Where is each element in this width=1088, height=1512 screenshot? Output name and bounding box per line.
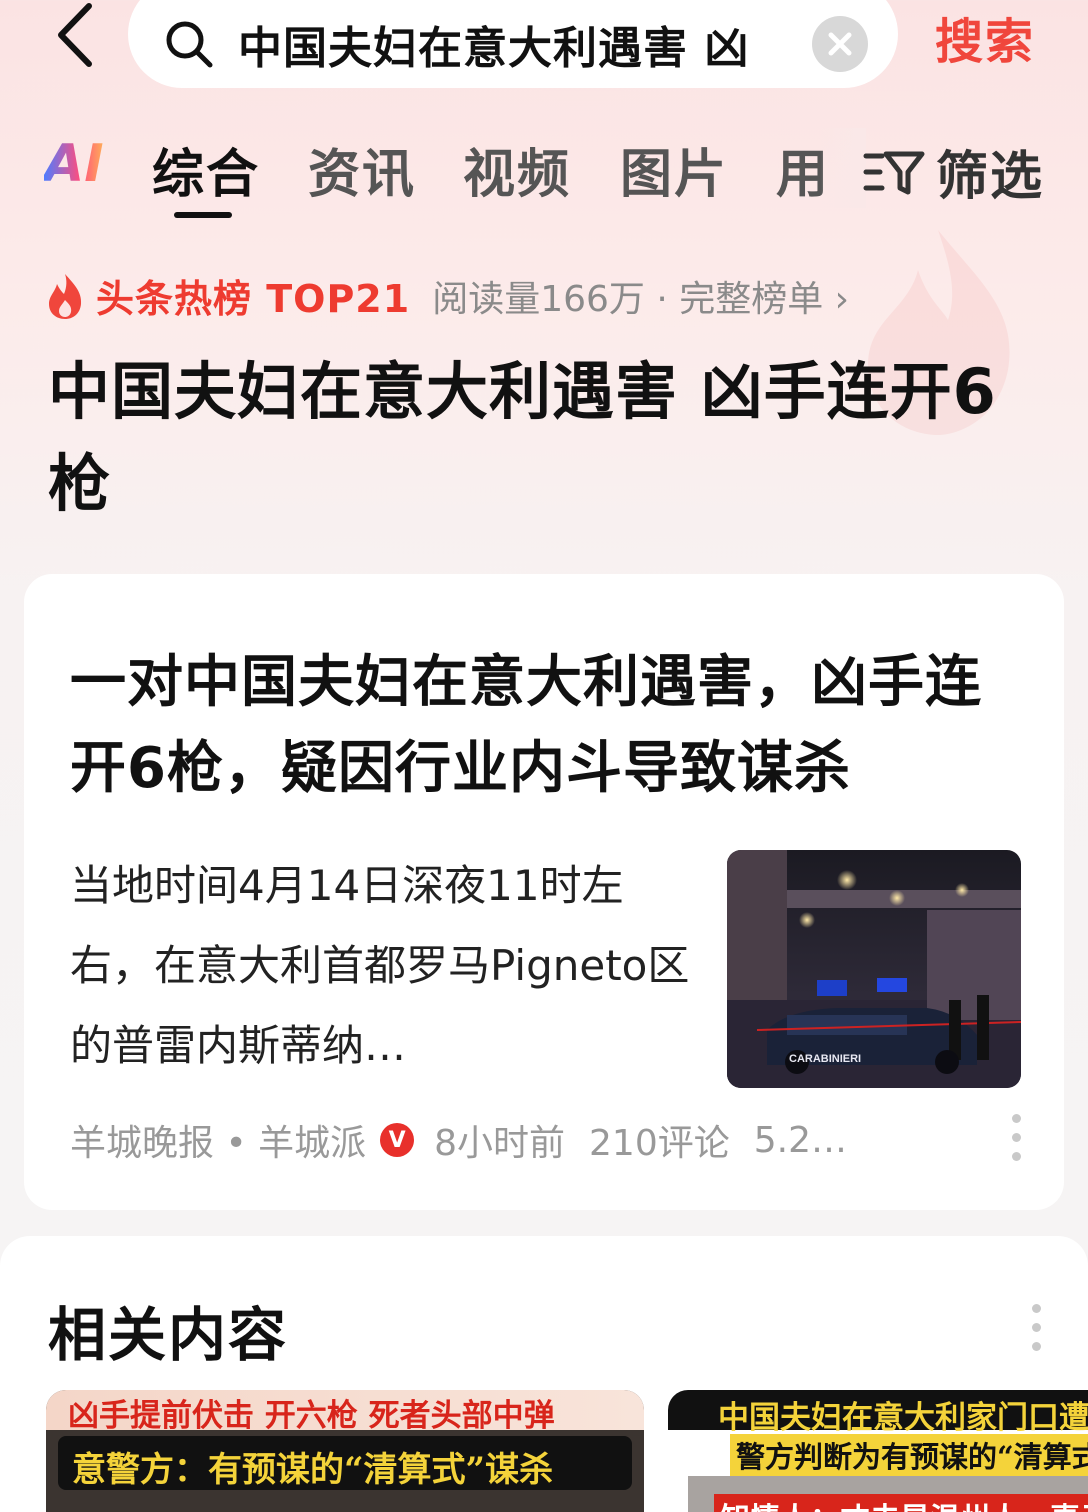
article-summary: 当地时间4月14日深夜11时左右，在意大利首都罗马Pigneto区的普雷内斯蒂纳…: [70, 861, 690, 1070]
related-more-icon[interactable]: [1032, 1304, 1042, 1351]
article-thumbnail[interactable]: CARABINIERI: [727, 850, 1021, 1088]
search-button[interactable]: 搜索: [935, 2, 1035, 72]
tab-bar: AI 综合 资讯 视频 图片 用 筛选: [0, 128, 1088, 228]
more-options-icon[interactable]: [1012, 1114, 1022, 1161]
filter-button[interactable]: 筛选: [862, 134, 1044, 209]
related-1-line1: 凶手提前伏击 开六枪 死者头部中弹: [68, 1398, 555, 1434]
back-button[interactable]: [40, 0, 110, 70]
hot-topic-title[interactable]: 中国夫妇在意大利遇害 凶手连开6枪: [48, 346, 1048, 530]
tab-video[interactable]: 视频: [463, 132, 571, 207]
tab-general[interactable]: 综合: [152, 132, 260, 207]
article-title[interactable]: 一对中国夫妇在意大利遇害，凶手连开6枪，疑因行业内斗导致谋杀: [70, 640, 990, 812]
search-input[interactable]: 中国夫妇在意大利遇害 凶: [128, 0, 898, 88]
related-section: 相关内容 凶手提前伏击 开六枪 死者头部中弹 意警方：有预谋的“清算式”谋杀 中…: [0, 1236, 1088, 1512]
hot-meta-link[interactable]: 阅读量166万 · 完整榜单 ›: [432, 270, 849, 322]
hot-rank-label: 头条热榜 TOP21: [96, 277, 411, 321]
chevron-left-icon: [58, 3, 92, 67]
article-comments: 210评论: [589, 1123, 730, 1164]
filter-icon: [863, 151, 925, 194]
tab-news[interactable]: 资讯: [308, 132, 416, 207]
filter-label: 筛选: [936, 147, 1045, 207]
article-time: 8小时前: [434, 1123, 566, 1164]
search-icon: [164, 19, 214, 69]
tab-fade: [820, 128, 866, 208]
tab-images[interactable]: 图片: [620, 132, 728, 207]
flame-icon: [49, 273, 82, 319]
article-reads: 5.2…: [753, 1119, 848, 1161]
active-tab-indicator: [174, 212, 232, 218]
article-source[interactable]: 羊城晚报 • 羊城派: [70, 1114, 366, 1166]
related-2-line2: 警方判断为有预谋的“清算式: [730, 1434, 1088, 1476]
top-bar: 中国夫妇在意大利遇害 凶 搜索: [0, 0, 1088, 110]
related-title: 相关内容: [48, 1301, 289, 1369]
clear-button[interactable]: [812, 16, 868, 72]
related-1-line2: 意警方：有预谋的“清算式”谋杀: [72, 1450, 554, 1490]
thumbnail-caption: CARABINIERI: [789, 1053, 861, 1065]
hot-list-row[interactable]: 头条热榜 TOP21 阅读量166万 · 完整榜单 ›: [46, 268, 849, 323]
tab-ai[interactable]: AI: [44, 134, 104, 194]
related-video-thumbnail-1[interactable]: 凶手提前伏击 开六枪 死者头部中弹 意警方：有预谋的“清算式”谋杀: [46, 1390, 644, 1512]
article-card[interactable]: 一对中国夫妇在意大利遇害，凶手连开6枪，疑因行业内斗导致谋杀 当地时间4月14日…: [24, 574, 1064, 1210]
close-icon: [828, 32, 852, 56]
article-meta: 羊城晚报 • 羊城派 V 8小时前 210评论 5.2…: [70, 1114, 847, 1166]
verified-badge: V: [380, 1123, 415, 1157]
related-2-line3: 知情人：丈夫是温州人，妻子: [714, 1494, 1088, 1512]
search-query[interactable]: 中国夫妇在意大利遇害 凶: [238, 12, 782, 76]
related-video-thumbnail-2[interactable]: 中国夫妇在意大利家门口遭 警方判断为有预谋的“清算式 知情人：丈夫是温州人，妻子: [668, 1390, 1088, 1512]
related-2-line1: 中国夫妇在意大利家门口遭: [718, 1400, 1088, 1436]
